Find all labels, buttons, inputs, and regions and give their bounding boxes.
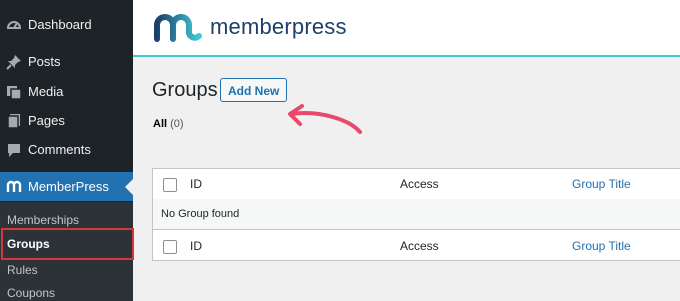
red-arrow-icon [280, 100, 370, 155]
empty-message: No Group found [161, 208, 240, 220]
memberpress-logo-text: memberpress [210, 14, 347, 39]
sidebar-item-posts[interactable]: Posts [0, 47, 133, 76]
filter-all-count: (0) [170, 118, 184, 130]
sidebar-item-pages[interactable]: Pages [0, 106, 133, 135]
sidebar-item-label: Media [28, 84, 64, 99]
page-title: Groups [152, 79, 218, 101]
memberpress-header: memberpress [133, 0, 680, 57]
select-all-checkbox[interactable] [163, 178, 177, 192]
sidebar-item-dashboard[interactable]: Dashboard [0, 10, 133, 39]
table-footer-row: ID Access Group Title [153, 229, 680, 262]
media-icon [6, 84, 22, 100]
submenu-item-coupons[interactable]: Coupons [7, 286, 55, 300]
sidebar-item-memberpress[interactable]: MemberPress [0, 172, 133, 201]
column-footer-group-title[interactable]: Group Title [572, 239, 631, 253]
memberpress-logo-icon [152, 11, 204, 48]
pages-icon [6, 113, 22, 129]
select-all-checkbox-footer[interactable] [163, 240, 177, 254]
column-footer-access: Access [400, 239, 439, 253]
sidebar-item-label: MemberPress [28, 179, 109, 194]
column-header-group-title[interactable]: Group Title [572, 177, 631, 191]
admin-sidebar: Dashboard Posts Media Pages Comments Mem… [0, 0, 134, 301]
sidebar-item-label: Pages [28, 113, 65, 128]
sidebar-item-comments[interactable]: Comments [0, 135, 133, 164]
column-header-access: Access [400, 177, 439, 191]
sidebar-item-label: Dashboard [28, 17, 92, 32]
comment-icon [6, 142, 22, 158]
groups-table: ID Access Group Title No Group found ID … [152, 168, 680, 261]
submenu-item-rules[interactable]: Rules [7, 263, 38, 277]
add-new-button[interactable]: Add New [220, 78, 288, 102]
sidebar-item-label: Comments [28, 142, 91, 157]
status-filters: All (0) [153, 118, 184, 130]
filter-all-link[interactable]: All [153, 118, 167, 130]
submenu-item-memberships[interactable]: Memberships [7, 213, 79, 227]
column-footer-id[interactable]: ID [190, 239, 202, 253]
highlight-annotation-box [1, 228, 134, 260]
table-row: No Group found [153, 199, 680, 229]
pin-icon [6, 54, 22, 70]
memberpress-icon [6, 179, 22, 195]
table-header-row: ID Access Group Title [153, 169, 680, 200]
sidebar-item-media[interactable]: Media [0, 77, 133, 106]
column-header-id[interactable]: ID [190, 177, 202, 191]
dashboard-icon [6, 17, 22, 33]
sidebar-item-label: Posts [28, 54, 61, 69]
